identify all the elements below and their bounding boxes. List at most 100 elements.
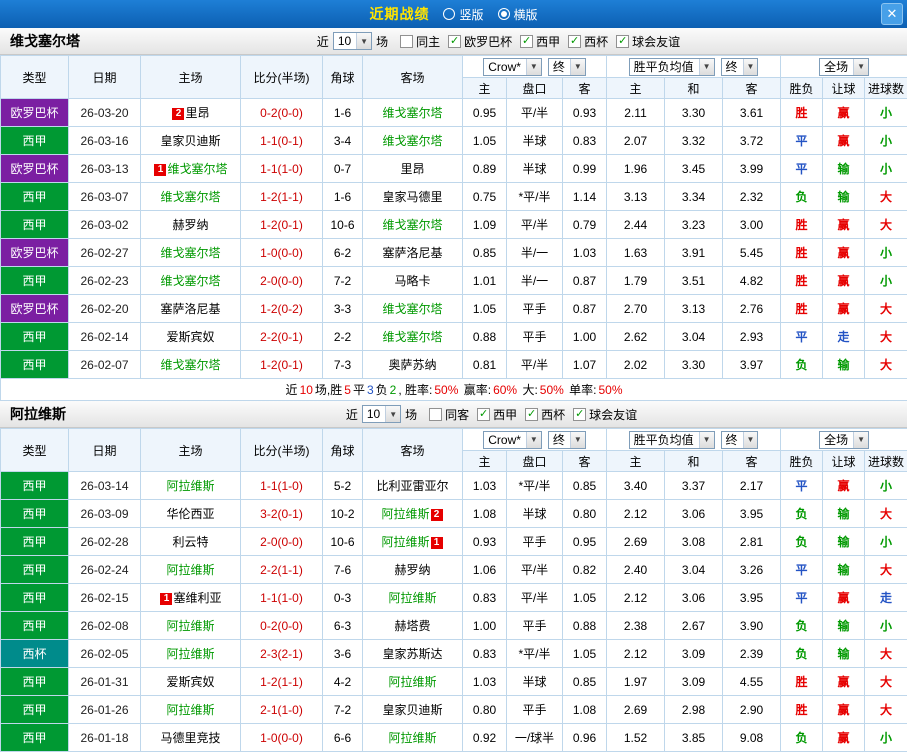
ah-line: 一/球半 [507,724,563,752]
result-overunder: 大 [865,556,907,584]
chevron-down-icon: ▼ [356,33,371,49]
home-team-cell[interactable]: 1维戈塞尔塔 [141,155,241,183]
away-team-cell[interactable]: 奥萨苏纳 [363,351,463,379]
home-team-cell[interactable]: 阿拉维斯 [141,696,241,724]
match-date: 26-03-14 [69,472,141,500]
results-table-celta: 类型 日期 主场 比分(半场) 角球 客场 Crow*▼终▼ 胜平负均值▼终▼ … [0,55,907,401]
ah-home-odds: 0.80 [463,696,507,724]
league-filter-checkbox[interactable]: 西杯 [568,33,608,50]
europe-odds-select[interactable]: 胜平负均值▼ [629,58,715,76]
col-ah-away-header: 客 [563,451,607,472]
ah-away-odds: 0.83 [563,127,607,155]
league-badge: 西甲 [1,211,69,239]
home-team-cell[interactable]: 皇家贝迪斯 [141,127,241,155]
league-filter-checkbox[interactable]: 西甲 [477,406,517,423]
away-team-cell[interactable]: 维戈塞尔塔 [363,99,463,127]
radio-vertical-layout[interactable]: 竖版 [443,6,483,23]
league-filter-checkbox[interactable]: 球会友谊 [573,406,637,423]
away-team-cell[interactable]: 皇家苏斯达 [363,640,463,668]
home-team-cell[interactable]: 马德里竞技 [141,724,241,752]
home-team-cell[interactable]: 阿拉维斯 [141,612,241,640]
europe-odds-state-select[interactable]: 终▼ [721,58,759,76]
ah-line: 半球 [507,668,563,696]
match-count-select[interactable]: 10▼ [362,405,401,423]
ah-away-odds: 0.87 [563,295,607,323]
away-team-cell[interactable]: 塞萨洛尼基 [363,239,463,267]
home-team-cell[interactable]: 1塞维利亚 [141,584,241,612]
away-team-cell[interactable]: 维戈塞尔塔 [363,211,463,239]
scope-select[interactable]: 全场▼ [819,431,869,449]
away-team-cell[interactable]: 赫塔费 [363,612,463,640]
league-badge: 西甲 [1,696,69,724]
result-wdl: 负 [781,183,823,211]
close-button[interactable]: ✕ [881,3,903,25]
eu-home-odds: 2.69 [607,696,665,724]
ah-line: 平手 [507,612,563,640]
league-filter-checkbox[interactable]: 球会友谊 [616,33,680,50]
result-handicap: 输 [823,556,865,584]
home-team-cell[interactable]: 塞萨洛尼基 [141,295,241,323]
home-team-cell[interactable]: 爱斯宾奴 [141,323,241,351]
home-team-cell[interactable]: 阿拉维斯 [141,472,241,500]
home-team-cell[interactable]: 维戈塞尔塔 [141,239,241,267]
ah-line: 平/半 [507,584,563,612]
league-filter-checkbox[interactable]: 西杯 [525,406,565,423]
radio-unselected-icon [443,8,455,20]
bookmaker-select[interactable]: Crow*▼ [483,58,542,76]
eu-home-odds: 1.63 [607,239,665,267]
league-filter-checkbox[interactable]: 同主 [400,33,440,50]
home-team-cell[interactable]: 赫罗纳 [141,211,241,239]
league-filter-checkbox[interactable]: 西甲 [520,33,560,50]
scope-select[interactable]: 全场▼ [819,58,869,76]
red-card-badge: 1 [431,537,443,549]
europe-odds-state-select[interactable]: 终▼ [721,431,759,449]
away-team-cell[interactable]: 阿拉维斯2 [363,500,463,528]
home-team-cell[interactable]: 华伦西亚 [141,500,241,528]
league-filter-checkbox[interactable]: 欧罗巴杯 [448,33,512,50]
away-team-cell[interactable]: 皇家马德里 [363,183,463,211]
away-team-cell[interactable]: 马略卡 [363,267,463,295]
home-team-cell[interactable]: 维戈塞尔塔 [141,351,241,379]
home-team-cell[interactable]: 维戈塞尔塔 [141,183,241,211]
away-team-name: 阿拉维斯 [388,591,436,605]
away-team-cell[interactable]: 赫罗纳 [363,556,463,584]
europe-odds-select[interactable]: 胜平负均值▼ [629,431,715,449]
score-cell: 2-2(1-1) [241,556,323,584]
away-team-cell[interactable]: 维戈塞尔塔 [363,323,463,351]
away-team-cell[interactable]: 皇家贝迪斯 [363,696,463,724]
radio-horizontal-layout[interactable]: 横版 [498,6,538,23]
eu-away-odds: 3.99 [723,155,781,183]
result-wdl: 胜 [781,267,823,295]
away-team-cell[interactable]: 阿拉维斯1 [363,528,463,556]
eu-home-odds: 2.12 [607,640,665,668]
match-row: 西甲 26-03-14 阿拉维斯 1-1(1-0) 5-2 比利亚雷亚尔 1.0… [1,472,907,500]
home-team-cell[interactable]: 维戈塞尔塔 [141,267,241,295]
ah-home-odds: 0.89 [463,155,507,183]
home-team-cell[interactable]: 2里昂 [141,99,241,127]
away-team-cell[interactable]: 比利亚雷亚尔 [363,472,463,500]
result-handicap: 赢 [823,472,865,500]
away-team-cell[interactable]: 维戈塞尔塔 [363,295,463,323]
away-team-name: 赫塔费 [394,619,430,633]
away-team-cell[interactable]: 阿拉维斯 [363,724,463,752]
home-team-cell[interactable]: 阿拉维斯 [141,640,241,668]
match-date: 26-03-02 [69,211,141,239]
checkbox-icon [477,408,490,421]
result-wdl: 负 [781,724,823,752]
results-table-alaves: 类型 日期 主场 比分(半场) 角球 客场 Crow*▼终▼ 胜平负均值▼终▼ … [0,428,907,752]
match-count-select[interactable]: 10▼ [333,32,372,50]
league-filter-checkbox[interactable]: 同客 [429,406,469,423]
eu-draw-odds: 3.23 [665,211,723,239]
home-team-cell[interactable]: 爱斯宾奴 [141,668,241,696]
odds-state-select[interactable]: 终▼ [548,431,586,449]
odds-state-select[interactable]: 终▼ [548,58,586,76]
away-team-cell[interactable]: 维戈塞尔塔 [363,127,463,155]
away-team-cell[interactable]: 里昂 [363,155,463,183]
away-team-cell[interactable]: 阿拉维斯 [363,668,463,696]
away-team-cell[interactable]: 阿拉维斯 [363,584,463,612]
home-team-cell[interactable]: 利云特 [141,528,241,556]
ah-line: 平/半 [507,351,563,379]
bookmaker-select[interactable]: Crow*▼ [483,431,542,449]
home-team-name: 赫罗纳 [172,218,208,232]
home-team-cell[interactable]: 阿拉维斯 [141,556,241,584]
